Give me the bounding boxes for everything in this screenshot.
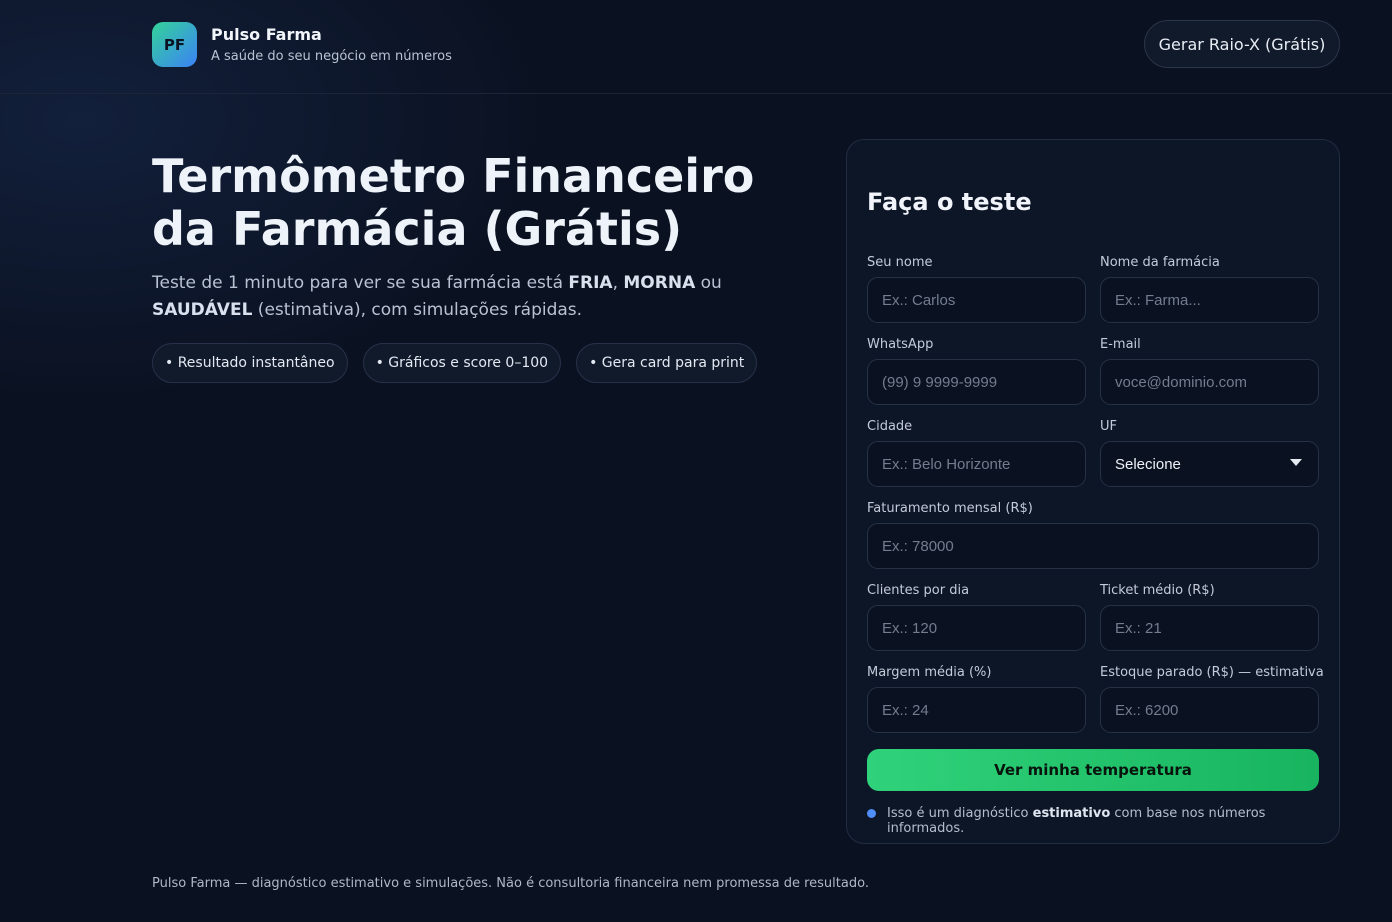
form-disclaimer-text: Isso é um diagnóstico bbox=[887, 806, 1033, 821]
status-saudavel: SAUDÁVEL bbox=[152, 300, 253, 320]
feature-pill-instant-result: • Resultado instantâneo bbox=[152, 343, 348, 383]
pharmacy-name-input[interactable] bbox=[1100, 277, 1319, 323]
city-input[interactable] bbox=[867, 441, 1086, 487]
name-label: Seu nome bbox=[867, 255, 933, 270]
idle-stock-label: Estoque parado (R$) — estimativa bbox=[1100, 665, 1324, 680]
feature-pill-print-card: • Gera card para print bbox=[576, 343, 758, 383]
uf-selected-value: Selecione bbox=[1115, 455, 1181, 473]
margin-input[interactable] bbox=[867, 687, 1086, 733]
logo-initials: PF bbox=[163, 35, 186, 54]
test-form-card: Faça o teste Seu nome Nome da farmácia W… bbox=[846, 139, 1340, 844]
form-disclaimer: Isso é um diagnóstico estimativo com bas… bbox=[887, 806, 1339, 836]
clients-per-day-label: Clientes por dia bbox=[867, 583, 970, 598]
margin-label: Margem média (%) bbox=[867, 665, 992, 680]
hero-subtitle-sep: ou bbox=[695, 273, 722, 293]
brand-tagline: A saúde do seu negócio em números bbox=[211, 49, 452, 64]
hero-subtitle-text: Teste de 1 minuto para ver se sua farmác… bbox=[152, 273, 569, 293]
hero-subtitle-sep: , bbox=[612, 273, 624, 293]
see-temperature-button[interactable]: Ver minha temperatura bbox=[867, 749, 1319, 791]
average-ticket-input[interactable] bbox=[1100, 605, 1319, 651]
revenue-label: Faturamento mensal (R$) bbox=[867, 501, 1033, 516]
email-input[interactable] bbox=[1100, 359, 1319, 405]
idle-stock-input[interactable] bbox=[1100, 687, 1319, 733]
hero-subtitle: Teste de 1 minuto para ver se sua farmác… bbox=[152, 270, 752, 324]
uf-select[interactable]: Selecione bbox=[1100, 441, 1319, 487]
footer-disclaimer: Pulso Farma — diagnóstico estimativo e s… bbox=[152, 876, 869, 891]
status-morna: MORNA bbox=[623, 273, 696, 293]
logo-icon: PF bbox=[152, 22, 197, 67]
whatsapp-label: WhatsApp bbox=[867, 337, 934, 352]
average-ticket-label: Ticket médio (R$) bbox=[1100, 583, 1215, 598]
status-fria: FRIA bbox=[568, 273, 613, 293]
brand-name: Pulso Farma bbox=[211, 25, 322, 44]
revenue-input[interactable] bbox=[867, 523, 1319, 569]
uf-label: UF bbox=[1100, 419, 1117, 434]
feature-pill-charts-score: • Gráficos e score 0–100 bbox=[362, 343, 562, 383]
hero-title: Termômetro Financeiro da Farmácia (Gráti… bbox=[152, 149, 755, 256]
pharmacy-name-label: Nome da farmácia bbox=[1100, 255, 1220, 270]
feature-pills: • Resultado instantâneo • Gráficos e sco… bbox=[152, 343, 758, 383]
form-disclaimer-bold: estimativo bbox=[1032, 806, 1111, 821]
site-header: PF Pulso Farma A saúde do seu negócio em… bbox=[0, 0, 1392, 94]
clients-per-day-input[interactable] bbox=[867, 605, 1086, 651]
email-label: E-mail bbox=[1100, 337, 1141, 352]
city-label: Cidade bbox=[867, 419, 913, 434]
generate-xray-button[interactable]: Gerar Raio-X (Grátis) bbox=[1144, 20, 1340, 68]
hero-subtitle-text: (estimativa), com simulações rápidas. bbox=[252, 300, 583, 320]
chevron-down-icon bbox=[1290, 459, 1302, 466]
form-title: Faça o teste bbox=[867, 188, 1032, 216]
whatsapp-input[interactable] bbox=[867, 359, 1086, 405]
info-dot-icon bbox=[867, 809, 876, 818]
name-input[interactable] bbox=[867, 277, 1086, 323]
